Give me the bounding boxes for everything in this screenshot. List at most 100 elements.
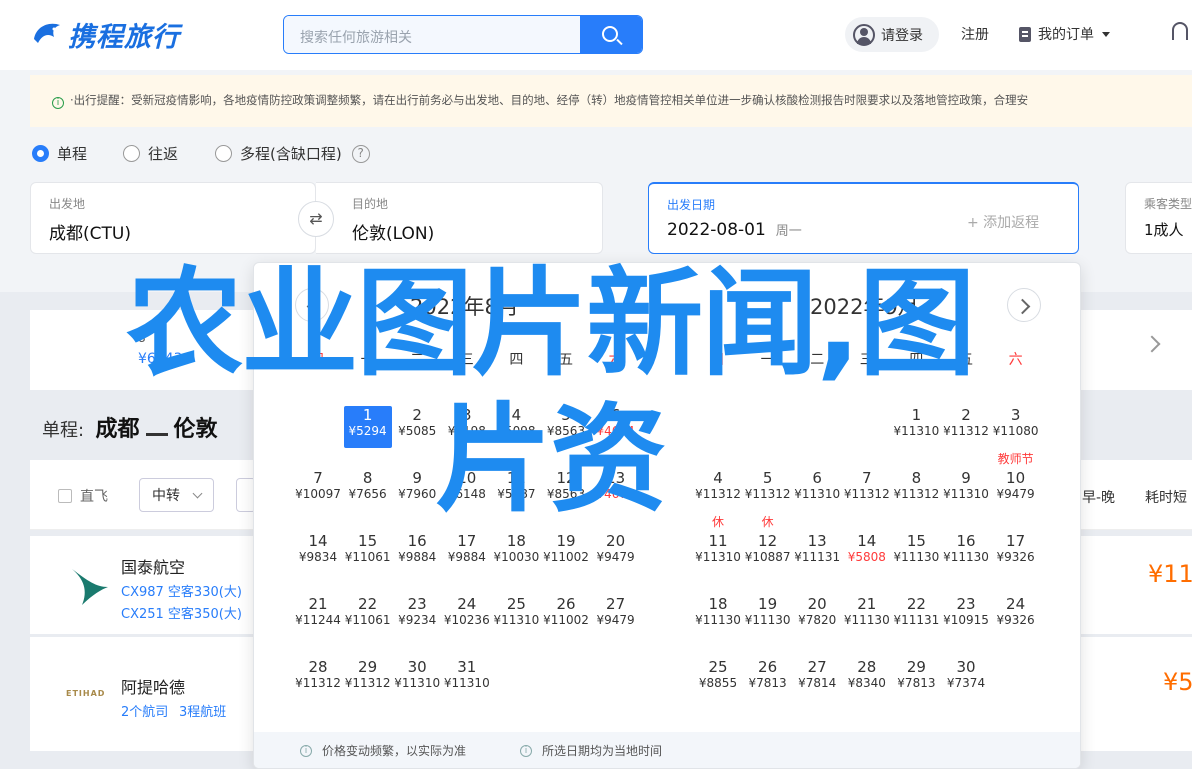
calendar-day[interactable]: 14 ¥5808 [843,532,891,574]
sort-early-late[interactable]: 早-晚 [1082,487,1115,507]
calendar-day[interactable]: 26 ¥7813 [744,658,792,700]
calendar-day[interactable]: 18 ¥10030 [492,532,540,574]
login-button[interactable]: 请登录 [845,17,939,52]
prev-month-button[interactable] [295,288,329,322]
dolphin-logo-icon [30,17,64,51]
calendar-day[interactable]: 10 ¥6148 [443,469,491,511]
depart-date-field[interactable]: 出发日期 2022-08-01 周一 + 添加返程 [648,182,1079,254]
calendar-day[interactable]: 27 ¥9479 [592,595,640,637]
calendar-day[interactable]: 17 ¥9884 [443,532,491,574]
calendar-day[interactable]: 1 ¥5294 [343,406,392,448]
calendar-day[interactable]: 7 ¥10097 [294,469,342,511]
calendar-day[interactable]: 19 ¥11130 [744,595,792,637]
calendar-day[interactable]: 30 ¥7374 [942,658,990,700]
calendar-day[interactable]: 31 ¥11310 [443,658,491,700]
calendar-day[interactable]: 教师节 10 ¥9479 [992,452,1040,511]
calendar-day[interactable]: 18 ¥11130 [694,595,742,637]
calendar-day[interactable]: 21 ¥11130 [843,595,891,637]
calendar-day[interactable]: 2 ¥11312 [942,406,990,448]
calendar-day[interactable]: 7 ¥11312 [843,469,891,511]
headset-icon[interactable] [1172,22,1188,40]
calendar-day[interactable]: 4 ¥5098 [492,406,540,448]
calendar-day[interactable]: 2 ¥5085 [393,406,441,448]
calendar-day[interactable]: 6 ¥11310 [793,469,841,511]
calendar-day[interactable]: 22 ¥11131 [892,595,940,637]
day-number: 29 [906,658,926,676]
calendar-day[interactable]: 29 ¥7813 [892,658,940,700]
add-return-button[interactable]: + 添加返程 [967,212,1039,232]
calendar-day[interactable]: 休 12 ¥10887 [744,515,792,574]
destination-label: 目的地 [352,197,389,211]
calendar-day[interactable]: 23 ¥9234 [393,595,441,637]
calendar-day[interactable]: 8 ¥11312 [892,469,940,511]
chevron-down-icon [192,488,203,498]
trip-type-oneway[interactable]: 单程 [32,143,87,164]
calendar-day[interactable]: 3 ¥6198 [443,406,491,448]
calendar-day[interactable]: 19 ¥11002 [542,532,590,574]
calendar-day[interactable]: 13 ¥11131 [793,532,841,574]
direct-only-checkbox[interactable]: 直飞 [58,486,108,506]
calendar-day[interactable]: 13 ¥4674 [592,469,640,511]
departure-city-field[interactable]: 出发地 成都(CTU) [30,182,316,254]
calendar-day[interactable]: 24 ¥9326 [992,595,1040,637]
calendar-day[interactable]: 20 ¥9479 [592,532,640,574]
calendar-day[interactable]: 休 11 ¥11310 [694,515,742,574]
calendar-day[interactable]: 21 ¥11244 [294,595,342,637]
trip-type-multi[interactable]: 多程(含缺口程) ? [215,143,370,164]
calendar-day[interactable]: 15 ¥11130 [892,532,940,574]
calendar-day[interactable]: 14 ¥9834 [294,532,342,574]
destination-city-field[interactable]: 目的地 伦敦(LON) [316,182,603,254]
calendar-day[interactable]: 16 ¥11130 [942,532,990,574]
passenger-type-field[interactable]: 乘客类型 1成人 [1125,182,1192,254]
calendar-day[interactable]: 25 ¥11310 [492,595,540,637]
calendar-day[interactable]: 17 ¥9326 [992,532,1040,574]
trip-type-roundtrip[interactable]: 往返 [123,143,178,164]
user-icon [853,23,875,46]
calendar-day[interactable]: 27 ¥7814 [793,658,841,700]
day-number: 10 [457,469,477,487]
calendar-day[interactable]: 11 ¥5887 [492,469,540,511]
calendar-day[interactable]: 1 ¥11310 [892,406,940,448]
sort-duration[interactable]: 耗时短 [1145,487,1187,507]
calendar-day[interactable]: 12 ¥8563 [542,469,590,511]
calendar-day[interactable]: 3 ¥11080 [992,406,1040,448]
calendar-day[interactable]: 5 ¥11312 [744,469,792,511]
calendar-day[interactable]: 22 ¥11061 [344,595,392,637]
calendar-day[interactable]: 30 ¥11310 [393,658,441,700]
strip-date[interactable]: 8 [138,331,146,345]
calendar-day[interactable]: 29 ¥11312 [344,658,392,700]
calendar-day[interactable]: 28 ¥11312 [294,658,342,700]
calendar-day[interactable]: 28 ¥8340 [843,658,891,700]
calendar-day[interactable]: 9 ¥11310 [942,469,990,511]
search-input[interactable]: 搜索任何旅游相关 [284,16,580,53]
day-price: ¥7374 [946,676,986,690]
logo-text: 携程旅行 [68,21,180,53]
next-month-button[interactable] [1007,288,1041,322]
calendar-day[interactable]: 4 ¥11312 [694,469,742,511]
day-price: ¥9479 [596,613,635,627]
day-number: 31 [457,658,477,676]
calendar-day[interactable]: 23 ¥10915 [942,595,990,637]
calendar-day[interactable]: 25 ¥8855 [694,658,742,700]
day-number: 10 [1006,469,1026,487]
calendar-day[interactable]: 15 ¥11061 [344,532,392,574]
transfer-dropdown[interactable]: 中转 [139,478,214,512]
calendar-day[interactable]: 6 ¥4674 [592,406,640,448]
ctrip-logo[interactable]: 携程旅行 [30,14,180,54]
calendar-day[interactable]: 5 ¥8563 [542,406,590,448]
calendar-day[interactable]: 20 ¥7820 [793,595,841,637]
help-icon[interactable]: ? [351,144,370,163]
day-number: 28 [857,658,877,676]
swap-cities-button[interactable]: ⇄ [298,201,334,237]
weekday-header: 日 [711,352,725,368]
calendar-day[interactable]: 26 ¥11002 [542,595,590,637]
calendar-day[interactable]: 8 ¥7656 [344,469,392,511]
my-orders-menu[interactable]: 我的订单 [1019,24,1110,44]
search-button[interactable] [580,16,642,53]
calendar-day[interactable]: 9 ¥7960 [393,469,441,511]
calendar-day[interactable]: 24 ¥10236 [443,595,491,637]
day-number: 27 [606,595,626,613]
register-link[interactable]: 注册 [961,24,989,44]
calendar-day[interactable]: 16 ¥9884 [393,532,441,574]
strip-price[interactable]: ¥6543 [138,351,183,367]
